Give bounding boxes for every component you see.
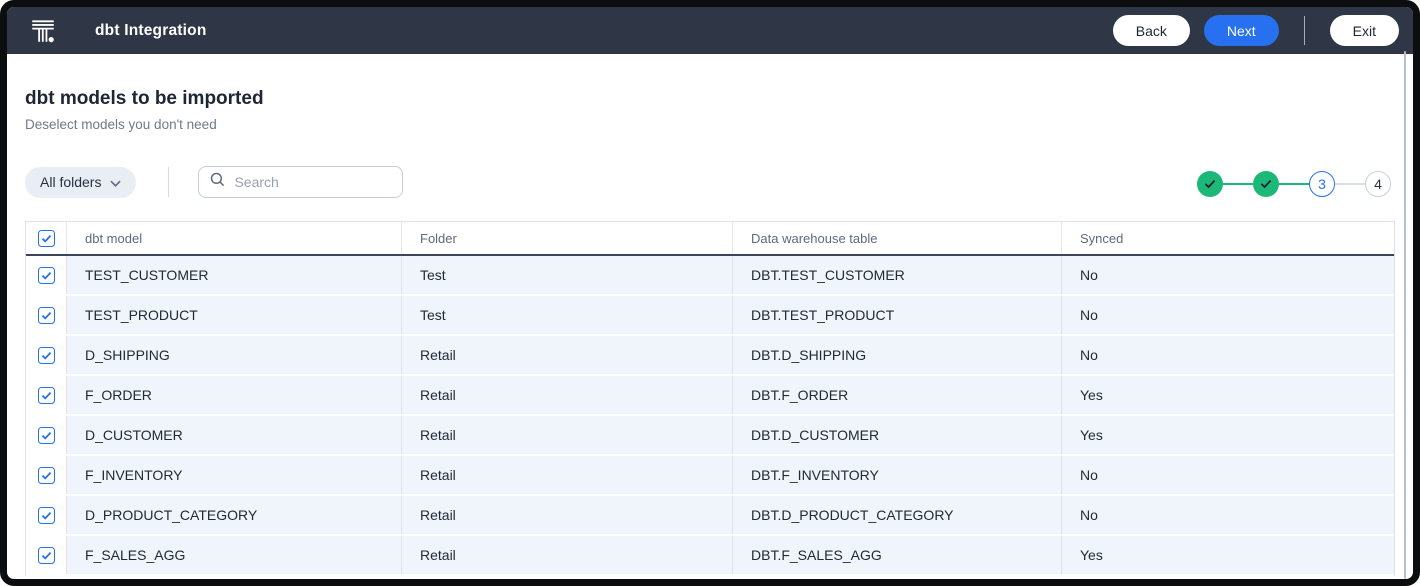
chevron-down-icon [110,174,121,190]
row-checkbox-cell [26,256,66,294]
next-button[interactable]: Next [1204,15,1279,46]
table-row: F_INVENTORY Retail DBT.F_INVENTORY No [26,456,1394,496]
column-header-synced: Synced [1061,222,1394,254]
column-header-dbt-model: dbt model [66,222,401,254]
row-checkbox[interactable] [38,347,55,364]
synced-cell: No [1061,496,1394,534]
step-3-current[interactable]: 3 [1309,171,1335,197]
dbt-model-cell: TEST_CUSTOMER [66,256,401,294]
thoughtspot-logo-icon [29,17,57,45]
folder-cell: Test [401,296,732,334]
row-checkbox[interactable] [38,307,55,324]
folder-cell: Retail [401,336,732,374]
synced-cell: No [1061,456,1394,494]
row-checkbox-cell [26,536,66,574]
step-number: 3 [1318,176,1326,192]
exit-button[interactable]: Exit [1330,15,1399,46]
row-checkbox[interactable] [38,427,55,444]
dbt-model-cell: F_INVENTORY [66,456,401,494]
dbt-model-cell: D_SHIPPING [66,336,401,374]
folder-cell: Retail [401,496,732,534]
row-checkbox[interactable] [38,547,55,564]
step-number: 4 [1374,176,1382,192]
check-icon [1204,176,1216,192]
select-all-cell [26,222,66,254]
folder-cell: Test [401,256,732,294]
folder-filter-dropdown[interactable]: All folders [25,167,136,198]
row-checkbox[interactable] [38,507,55,524]
synced-cell: No [1061,336,1394,374]
row-checkbox[interactable] [38,387,55,404]
dbt-model-cell: F_ORDER [66,376,401,414]
navbar-divider [1304,16,1305,45]
folder-cell: Retail [401,416,732,454]
row-checkbox-cell [26,496,66,534]
step-2-done[interactable] [1253,171,1279,197]
warehouse-table-cell: DBT.F_INVENTORY [732,456,1061,494]
row-checkbox[interactable] [38,267,55,284]
folder-filter-label: All folders [40,174,101,190]
row-checkbox-cell [26,376,66,414]
page-title: dbt models to be imported [25,88,1395,110]
synced-cell: No [1061,256,1394,294]
folder-cell: Retail [401,456,732,494]
app-window: dbt Integration Back Next Exit dbt model… [0,0,1420,586]
main-content: dbt models to be imported Deselect model… [7,88,1413,576]
filter-row: All folders [25,166,1395,198]
synced-cell: No [1061,296,1394,334]
folder-cell: Retail [401,536,732,574]
table-row: D_PRODUCT_CATEGORY Retail DBT.D_PRODUCT_… [26,496,1394,536]
row-checkbox-cell [26,336,66,374]
search-box[interactable] [198,166,403,198]
dbt-model-cell: D_PRODUCT_CATEGORY [66,496,401,534]
synced-cell: Yes [1061,376,1394,414]
row-checkbox-cell [26,456,66,494]
folder-cell: Retail [401,376,732,414]
warehouse-table-cell: DBT.D_SHIPPING [732,336,1061,374]
table-row: TEST_CUSTOMER Test DBT.TEST_CUSTOMER No [26,256,1394,296]
synced-cell: Yes [1061,536,1394,574]
wizard-stepper: 3 4 [1197,171,1391,197]
step-4-upcoming[interactable]: 4 [1365,171,1391,197]
row-checkbox-cell [26,296,66,334]
warehouse-table-cell: DBT.D_CUSTOMER [732,416,1061,454]
warehouse-table-cell: DBT.D_PRODUCT_CATEGORY [732,496,1061,534]
row-checkbox-cell [26,416,66,454]
dbt-model-cell: F_SALES_AGG [66,536,401,574]
top-navbar: dbt Integration Back Next Exit [7,7,1413,54]
table-row: TEST_PRODUCT Test DBT.TEST_PRODUCT No [26,296,1394,336]
dbt-model-cell: TEST_PRODUCT [66,296,401,334]
search-input[interactable] [234,174,391,190]
vertical-scrollbar[interactable] [1404,51,1407,579]
stepper-connector [1279,183,1309,185]
table-row: F_SALES_AGG Retail DBT.F_SALES_AGG Yes [26,536,1394,576]
back-button[interactable]: Back [1113,15,1190,46]
synced-cell: Yes [1061,416,1394,454]
filter-divider [168,167,169,197]
select-all-checkbox[interactable] [38,230,55,247]
models-table: dbt model Folder Data warehouse table Sy… [25,221,1395,576]
table-row: D_CUSTOMER Retail DBT.D_CUSTOMER Yes [26,416,1394,456]
row-checkbox[interactable] [38,467,55,484]
check-icon [1260,176,1272,192]
dbt-model-cell: D_CUSTOMER [66,416,401,454]
table-header-row: dbt model Folder Data warehouse table Sy… [26,222,1394,256]
table-row: D_SHIPPING Retail DBT.D_SHIPPING No [26,336,1394,376]
warehouse-table-cell: DBT.F_ORDER [732,376,1061,414]
app-title: dbt Integration [95,22,207,40]
table-row: F_ORDER Retail DBT.F_ORDER Yes [26,376,1394,416]
warehouse-table-cell: DBT.F_SALES_AGG [732,536,1061,574]
column-header-warehouse-table: Data warehouse table [732,222,1061,254]
stepper-connector [1335,183,1365,185]
table-body: TEST_CUSTOMER Test DBT.TEST_CUSTOMER No … [26,256,1394,576]
stepper-connector [1223,183,1253,185]
column-header-folder: Folder [401,222,732,254]
page-subtitle: Deselect models you don't need [25,117,1395,132]
warehouse-table-cell: DBT.TEST_CUSTOMER [732,256,1061,294]
search-icon [210,172,225,192]
warehouse-table-cell: DBT.TEST_PRODUCT [732,296,1061,334]
step-1-done[interactable] [1197,171,1223,197]
